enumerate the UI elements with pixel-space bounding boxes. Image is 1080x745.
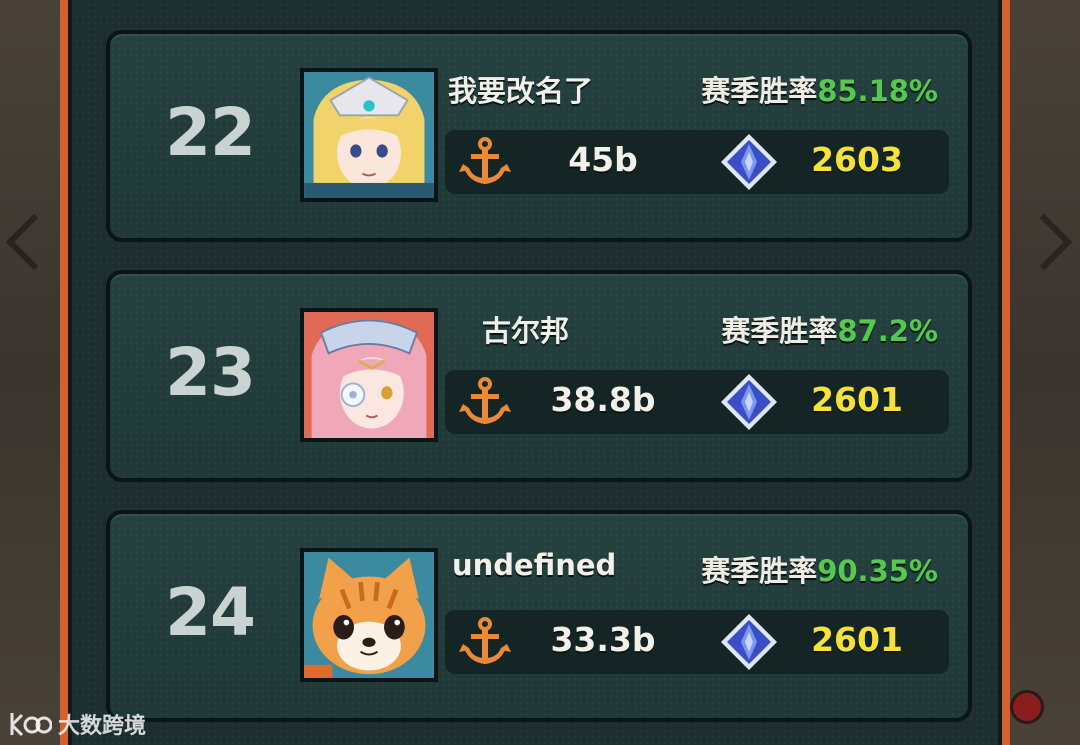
player-name: 古尔邦 bbox=[482, 314, 570, 348]
winrate-value: 87.2% bbox=[837, 314, 938, 348]
pink-hair-girl-avatar[interactable] bbox=[300, 308, 438, 442]
stats-bar: 45b 2603 bbox=[445, 130, 949, 194]
orange-cat-avatar[interactable] bbox=[300, 548, 438, 682]
leaderboard-row[interactable]: 23 古尔邦 赛季胜率87.2% 38.8b 2601 bbox=[106, 270, 972, 482]
power-value: 45b bbox=[568, 140, 638, 179]
watermark-text: 大数跨境 bbox=[58, 714, 147, 739]
season-winrate: 赛季胜率90.35% bbox=[701, 548, 938, 588]
panel-edge bbox=[68, 0, 72, 745]
leaderboard-row[interactable]: 24 undefined 赛季胜率90.35% 33.3b 2601 bbox=[106, 510, 972, 722]
score-value: 2601 bbox=[811, 620, 903, 659]
background-right bbox=[1002, 0, 1080, 745]
corner-knob bbox=[1010, 690, 1044, 724]
stats-bar: 38.8b 2601 bbox=[445, 370, 949, 434]
power-value: 38.8b bbox=[550, 380, 656, 419]
score-value: 2601 bbox=[811, 380, 903, 419]
stats-bar: 33.3b 2601 bbox=[445, 610, 949, 674]
winrate-label: 赛季胜率 bbox=[701, 554, 818, 588]
player-name: 我要改名了 bbox=[448, 74, 594, 108]
score-value: 2603 bbox=[811, 140, 903, 179]
rank-number: 24 bbox=[165, 574, 256, 651]
background-left bbox=[0, 0, 60, 745]
winrate-value: 90.35% bbox=[817, 554, 938, 588]
winrate-value: 85.18% bbox=[817, 74, 938, 108]
winrate-label: 赛季胜率 bbox=[701, 74, 818, 108]
anchor-icon bbox=[459, 617, 511, 664]
season-winrate: 赛季胜率87.2% bbox=[721, 308, 938, 348]
watermark: 大数跨境 bbox=[8, 706, 146, 742]
rank-number: 23 bbox=[165, 334, 256, 411]
anchor-icon bbox=[459, 377, 511, 424]
panel-edge bbox=[998, 0, 1002, 745]
winrate-label: 赛季胜率 bbox=[721, 314, 838, 348]
player-name: undefined bbox=[452, 548, 617, 582]
power-value: 33.3b bbox=[550, 620, 656, 659]
season-winrate: 赛季胜率85.18% bbox=[701, 68, 938, 108]
anchor-icon bbox=[459, 137, 511, 184]
watermark-logo-icon bbox=[10, 713, 52, 737]
crystal-gem-icon bbox=[721, 614, 777, 670]
crystal-gem-icon bbox=[721, 374, 777, 430]
rank-number: 22 bbox=[165, 94, 256, 171]
crystal-gem-icon bbox=[721, 134, 777, 190]
leaderboard-row[interactable]: 22 我要改名了 赛季胜率85.18% 45b 2603 bbox=[106, 30, 972, 242]
blonde-girl-avatar[interactable] bbox=[300, 68, 438, 202]
